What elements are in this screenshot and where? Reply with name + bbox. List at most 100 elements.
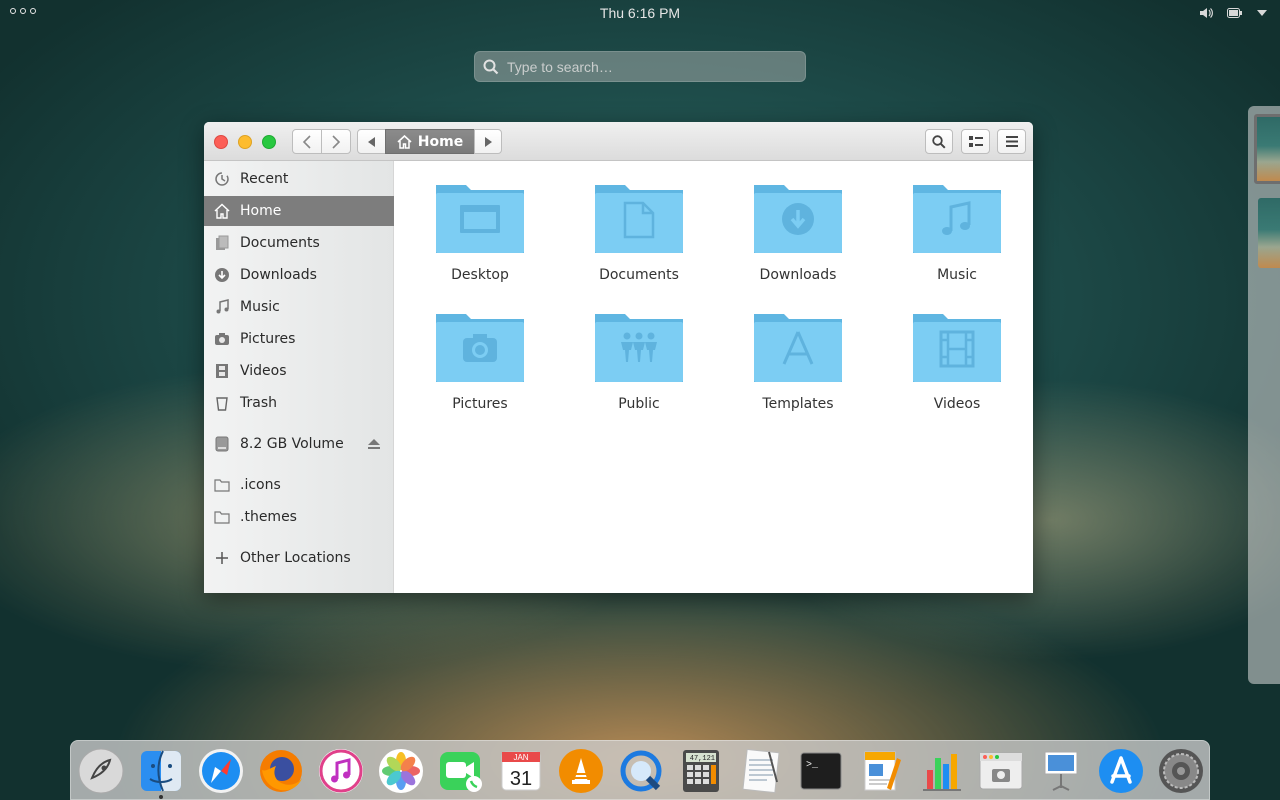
folder-music[interactable]: Music bbox=[897, 179, 1017, 299]
dock-item-screenshot[interactable] bbox=[977, 747, 1025, 795]
safari-icon bbox=[199, 749, 243, 793]
pages-icon bbox=[864, 751, 901, 791]
sidebar-item-videos[interactable]: Videos bbox=[204, 356, 394, 386]
dock-item-terminal[interactable]: >_ bbox=[797, 747, 845, 795]
dock-item-firefox[interactable] bbox=[257, 747, 305, 795]
folder-public[interactable]: Public bbox=[579, 308, 699, 428]
dock-item-keynote[interactable] bbox=[1037, 747, 1085, 795]
downloads-icon bbox=[214, 267, 230, 283]
sidebar-item-volume[interactable]: 8.2 GB Volume bbox=[204, 429, 394, 459]
music-icon bbox=[214, 299, 230, 315]
minimize-button[interactable] bbox=[238, 135, 252, 149]
menu-button[interactable] bbox=[997, 129, 1026, 154]
workspace-thumbnail-1[interactable] bbox=[1254, 114, 1280, 184]
maximize-button[interactable] bbox=[262, 135, 276, 149]
folder-icon bbox=[436, 314, 524, 382]
sidebar-item-label: .icons bbox=[240, 477, 281, 493]
folder-desktop[interactable]: Desktop bbox=[420, 179, 540, 299]
path-scroll-left-button[interactable] bbox=[357, 129, 386, 154]
sidebar-item-downloads[interactable]: Downloads bbox=[204, 260, 394, 290]
sidebar-item-trash[interactable]: Trash bbox=[204, 388, 394, 418]
dock-item-launcher[interactable] bbox=[77, 747, 125, 795]
eject-icon[interactable] bbox=[368, 437, 380, 453]
dock: JAN 31 47,121 >_ bbox=[70, 740, 1210, 800]
folder-icon bbox=[595, 314, 683, 382]
folder-icon bbox=[214, 509, 230, 525]
sidebar-item-label: 8.2 GB Volume bbox=[240, 436, 344, 452]
sidebar-item-label: Music bbox=[240, 299, 280, 315]
search-input[interactable] bbox=[507, 58, 787, 75]
dock-item-calculator[interactable]: 47,121 bbox=[677, 747, 725, 795]
dock-item-facetime[interactable] bbox=[437, 747, 485, 795]
calendar-day: 31 bbox=[510, 768, 532, 790]
dock-item-quicktime[interactable] bbox=[617, 747, 665, 795]
search-icon bbox=[932, 134, 946, 149]
dock-item-text-editor[interactable] bbox=[737, 747, 785, 795]
sidebar-item-label: Trash bbox=[240, 395, 277, 411]
view-list-icon bbox=[968, 135, 983, 147]
folder-downloads[interactable]: Downloads bbox=[738, 179, 858, 299]
sidebar-item-pictures[interactable]: Pictures bbox=[204, 324, 394, 354]
home-icon bbox=[397, 134, 412, 149]
folder-pictures[interactable]: Pictures bbox=[420, 308, 540, 428]
camera-icon bbox=[214, 331, 230, 347]
search-bar[interactable] bbox=[474, 51, 806, 82]
sidebar-item-music[interactable]: Music bbox=[204, 292, 394, 322]
screenshot-icon bbox=[979, 752, 1023, 790]
path-scroll-right-button[interactable] bbox=[474, 129, 502, 154]
folder-videos[interactable]: Videos bbox=[897, 308, 1017, 428]
folder-label: Videos bbox=[933, 396, 981, 412]
sidebar-item-label: .themes bbox=[240, 509, 297, 525]
workspace-thumbnail-2[interactable] bbox=[1258, 198, 1280, 268]
home-icon bbox=[214, 203, 230, 219]
calculator-display: 47,121 bbox=[690, 755, 715, 763]
path-home-button[interactable]: Home bbox=[385, 129, 475, 154]
chevron-down-icon[interactable] bbox=[1254, 6, 1270, 20]
people-emblem-icon bbox=[621, 332, 657, 362]
folder-icon bbox=[913, 185, 1001, 253]
finder-icon bbox=[141, 750, 181, 792]
dock-item-calendar[interactable]: JAN 31 bbox=[497, 747, 545, 795]
sidebar-item-themes[interactable]: .themes bbox=[204, 502, 394, 532]
dock-item-safari[interactable] bbox=[197, 747, 245, 795]
recent-icon bbox=[214, 171, 230, 187]
dock-item-photos[interactable] bbox=[377, 747, 425, 795]
close-button[interactable] bbox=[214, 135, 228, 149]
clock[interactable]: Thu 6:16 PM bbox=[0, 5, 1280, 21]
folder-templates[interactable]: Templates bbox=[738, 308, 858, 428]
battery-icon[interactable] bbox=[1226, 6, 1242, 20]
places-sidebar: Recent Home Documents Downloads Music Pi… bbox=[204, 161, 394, 593]
dock-item-pages[interactable] bbox=[857, 747, 905, 795]
toolbar-search-button[interactable] bbox=[925, 129, 953, 154]
sidebar-item-documents[interactable]: Documents bbox=[204, 228, 394, 258]
terminal-icon: >_ bbox=[800, 752, 842, 790]
folder-documents[interactable]: Documents bbox=[579, 179, 699, 299]
calendar-month: JAN bbox=[513, 753, 528, 762]
view-toggle-button[interactable] bbox=[961, 129, 990, 154]
back-arrow-icon bbox=[302, 134, 311, 149]
top-panel: Thu 6:16 PM bbox=[0, 0, 1280, 26]
forward-button[interactable] bbox=[321, 129, 351, 154]
dock-item-system-preferences[interactable] bbox=[1157, 747, 1205, 795]
plus-icon bbox=[214, 550, 230, 566]
dock-item-numbers[interactable] bbox=[917, 747, 965, 795]
sidebar-item-icons[interactable]: .icons bbox=[204, 470, 394, 500]
back-button[interactable] bbox=[292, 129, 322, 154]
quicktime-icon bbox=[620, 750, 662, 792]
folder-icon bbox=[436, 185, 524, 253]
dock-item-vlc[interactable] bbox=[557, 747, 605, 795]
dock-item-itunes[interactable] bbox=[317, 747, 365, 795]
file-manager-window: Home Recent Home Documents Downloads Mus… bbox=[204, 122, 1033, 593]
app-store-icon bbox=[1099, 749, 1143, 793]
sidebar-item-other-locations[interactable]: Other Locations bbox=[204, 543, 394, 573]
header-bar: Home bbox=[204, 122, 1033, 161]
dock-item-finder[interactable] bbox=[137, 747, 185, 799]
firefox-icon bbox=[260, 750, 302, 792]
download-emblem-icon bbox=[782, 203, 814, 235]
volume-icon[interactable] bbox=[1198, 6, 1214, 20]
sidebar-item-recent[interactable]: Recent bbox=[204, 164, 394, 194]
path-home-label: Home bbox=[417, 133, 464, 150]
dock-item-app-store[interactable] bbox=[1097, 747, 1145, 795]
sidebar-item-home[interactable]: Home bbox=[204, 196, 394, 226]
film-icon bbox=[214, 363, 230, 379]
